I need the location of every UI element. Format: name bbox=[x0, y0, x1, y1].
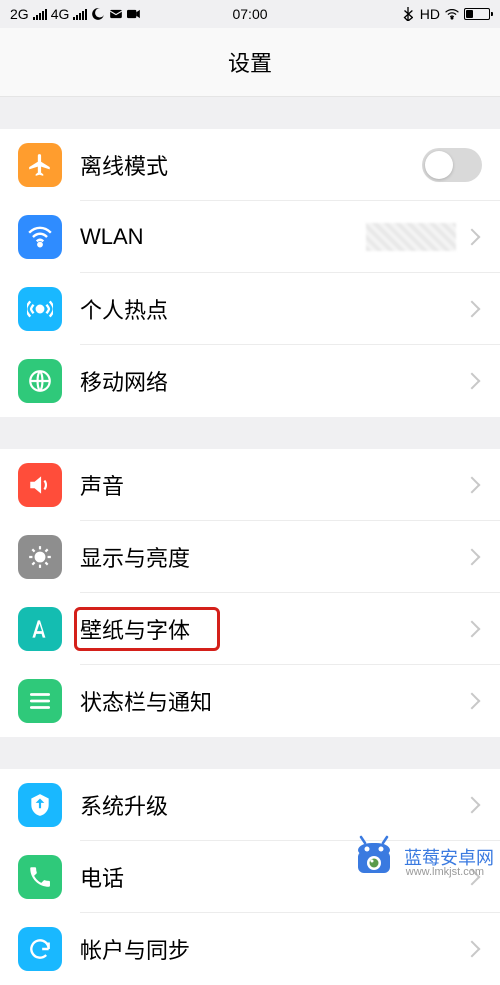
chevron-right-icon bbox=[464, 373, 481, 390]
battery-icon bbox=[464, 8, 490, 20]
row-label: 壁纸与字体 bbox=[80, 613, 466, 645]
row-wallpaper-font[interactable]: 壁纸与字体 bbox=[0, 593, 500, 665]
chevron-right-icon bbox=[464, 301, 481, 318]
chevron-right-icon bbox=[464, 693, 481, 710]
row-label: 显示与亮度 bbox=[80, 541, 466, 573]
network-2g-label: 2G bbox=[10, 6, 29, 22]
wlan-value-blurred bbox=[366, 223, 456, 251]
row-label: 声音 bbox=[80, 469, 466, 501]
row-label: 个人热点 bbox=[80, 293, 466, 325]
video-icon bbox=[127, 7, 141, 21]
mail-icon bbox=[109, 7, 123, 21]
hotspot-icon bbox=[18, 287, 62, 331]
phone-icon bbox=[18, 855, 62, 899]
row-label: 帐户与同步 bbox=[80, 933, 466, 965]
row-label: 状态栏与通知 bbox=[80, 685, 466, 717]
row-mobile-data[interactable]: 移动网络 bbox=[0, 345, 500, 417]
wifi-settings-icon bbox=[18, 215, 62, 259]
brightness-icon bbox=[18, 535, 62, 579]
row-hotspot[interactable]: 个人热点 bbox=[0, 273, 500, 345]
chevron-right-icon bbox=[464, 941, 481, 958]
sync-icon bbox=[18, 927, 62, 971]
signal-icon bbox=[33, 8, 47, 20]
chevron-right-icon bbox=[464, 797, 481, 814]
globe-icon bbox=[18, 359, 62, 403]
row-label: WLAN bbox=[80, 224, 366, 250]
bluetooth-icon bbox=[401, 7, 415, 21]
watermark: 蓝莓安卓网 www.lmkjst.com bbox=[350, 833, 494, 881]
moon-icon bbox=[91, 7, 105, 21]
network-4g-label: 4G bbox=[51, 6, 70, 22]
signal-icon-2 bbox=[73, 8, 87, 20]
row-display-brightness[interactable]: 显示与亮度 bbox=[0, 521, 500, 593]
airplane-toggle[interactable] bbox=[422, 148, 482, 182]
chevron-right-icon bbox=[464, 549, 481, 566]
chevron-right-icon bbox=[464, 229, 481, 246]
row-airplane-mode[interactable]: 离线模式 bbox=[0, 129, 500, 201]
section-display: 声音 显示与亮度 壁纸与字体 状态栏与通知 bbox=[0, 449, 500, 737]
row-sound[interactable]: 声音 bbox=[0, 449, 500, 521]
hd-label: HD bbox=[420, 6, 440, 22]
row-label: 系统升级 bbox=[80, 789, 466, 821]
row-account-sync[interactable]: 帐户与同步 bbox=[0, 913, 500, 985]
watermark-text: 蓝莓安卓网 bbox=[404, 848, 494, 868]
status-time: 07:00 bbox=[232, 6, 267, 22]
android-robot-icon bbox=[350, 833, 398, 881]
row-system-update[interactable]: 系统升级 bbox=[0, 769, 500, 841]
page-title: 设置 bbox=[0, 46, 500, 78]
chevron-right-icon bbox=[464, 621, 481, 638]
section-network: 离线模式 WLAN 个人热点 移动网络 bbox=[0, 129, 500, 417]
list-icon bbox=[18, 679, 62, 723]
update-icon bbox=[18, 783, 62, 827]
row-wlan[interactable]: WLAN bbox=[0, 201, 500, 273]
airplane-icon bbox=[18, 143, 62, 187]
chevron-right-icon bbox=[464, 477, 481, 494]
speaker-icon bbox=[18, 463, 62, 507]
watermark-url: www.lmkjst.com bbox=[406, 866, 484, 878]
header: 设置 bbox=[0, 28, 500, 97]
status-bar: 2G 4G 07:00 HD bbox=[0, 0, 500, 28]
row-statusbar-notification[interactable]: 状态栏与通知 bbox=[0, 665, 500, 737]
font-icon bbox=[18, 607, 62, 651]
wifi-icon bbox=[445, 7, 459, 21]
row-label: 离线模式 bbox=[80, 149, 422, 181]
row-label: 移动网络 bbox=[80, 365, 466, 397]
